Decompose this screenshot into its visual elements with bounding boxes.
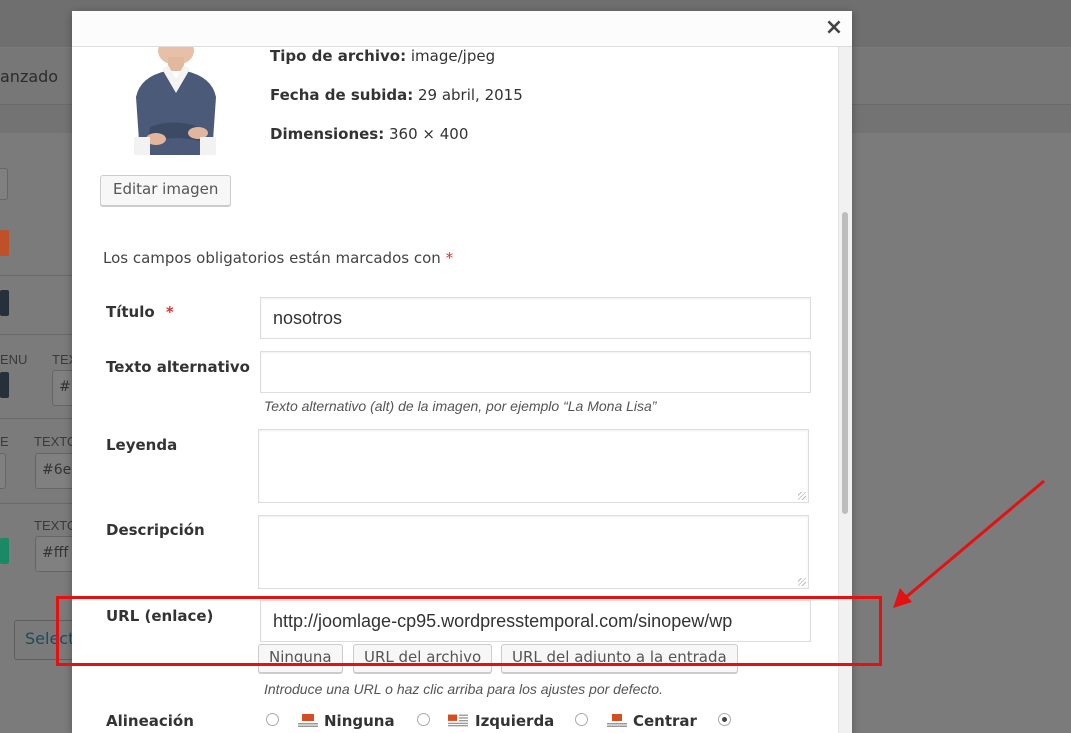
close-icon[interactable]: × <box>822 16 846 40</box>
alt-text-label: Texto alternativo <box>106 358 250 376</box>
background-divider <box>0 275 72 276</box>
file-type-label: Tipo de archivo: <box>270 47 407 65</box>
required-fields-note: Los campos obligatorios están marcados c… <box>103 249 453 267</box>
description-label: Descripción <box>106 521 205 539</box>
description-textarea[interactable] <box>258 515 809 589</box>
background-input: #6e <box>35 453 75 489</box>
scrollbar-thumb[interactable] <box>842 212 848 514</box>
upload-date: Fecha de subida: 29 abril, 2015 <box>270 86 523 104</box>
align-none-radio[interactable] <box>266 713 279 726</box>
dimensions: Dimensiones: 360 × 400 <box>270 125 468 143</box>
align-left-icon <box>448 714 468 727</box>
background-label: E <box>0 434 9 449</box>
url-help: Introduce una URL o haz clic arriba para… <box>264 681 663 697</box>
modal-content[interactable]: Tipo de archivo: image/jpeg Fecha de sub… <box>87 47 822 733</box>
background-select <box>0 168 8 200</box>
align-center-icon <box>607 714 627 727</box>
background-swatch-green <box>0 538 9 564</box>
file-type: Tipo de archivo: image/jpeg <box>270 47 495 65</box>
align-none-label: Ninguna <box>324 712 395 730</box>
required-star: * <box>445 249 454 267</box>
background-swatch-dark <box>0 372 9 398</box>
url-attachment-button[interactable]: URL del adjunto a la entrada <box>501 644 738 673</box>
title-label: Título * <box>106 303 174 321</box>
url-file-button[interactable]: URL del archivo <box>353 644 493 673</box>
caption-label: Leyenda <box>106 436 178 454</box>
url-label: URL (enlace) <box>106 607 214 625</box>
url-none-button[interactable]: Ninguna <box>258 644 343 673</box>
background-divider <box>0 334 72 335</box>
align-center-radio[interactable] <box>575 713 588 726</box>
caption-textarea[interactable] <box>258 429 809 503</box>
background-input: #fff <box>35 536 75 572</box>
upload-date-label: Fecha de subida: <box>270 86 414 104</box>
modal-scrollbar[interactable] <box>838 47 852 733</box>
title-required-star: * <box>165 303 174 321</box>
file-type-value: image/jpeg <box>410 47 496 65</box>
background-divider <box>0 418 72 419</box>
modal-header: × <box>72 11 852 47</box>
background-label-menu: ENU <box>0 352 28 367</box>
title-input[interactable]: nosotros <box>260 297 811 339</box>
background-label: TEXTO <box>34 518 78 533</box>
alt-text-help: Texto alternativo (alt) de la imagen, po… <box>264 398 657 414</box>
alt-text-input[interactable] <box>260 351 811 393</box>
title-label-text: Título <box>106 303 155 321</box>
background-swatch-dark <box>0 290 9 316</box>
background-label: TEXTO <box>34 434 78 449</box>
background-input <box>0 453 6 489</box>
background-divider <box>0 503 72 504</box>
align-left-label: Izquierda <box>475 712 555 730</box>
dimensions-value: 360 × 400 <box>389 125 469 143</box>
upload-date-value: 29 abril, 2015 <box>417 86 523 104</box>
background-tab-text: anzado <box>0 67 59 86</box>
dimensions-label: Dimensiones: <box>270 125 385 143</box>
image-thumbnail <box>100 47 252 155</box>
attachment-details-modal: × Tipo de archivo: image/jpeg Fecha de s <box>72 11 852 733</box>
align-right-radio[interactable] <box>718 713 731 726</box>
align-none-icon <box>298 714 318 727</box>
background-swatch-orange <box>0 230 9 256</box>
url-input[interactable]: http://joomlage-cp95.wordpresstemporal.c… <box>260 600 811 642</box>
resize-grip-icon[interactable] <box>798 578 806 586</box>
align-left-radio[interactable] <box>417 713 430 726</box>
resize-grip-icon[interactable] <box>798 492 806 500</box>
align-center-label: Centrar <box>633 712 697 730</box>
alignment-label: Alineación <box>106 712 194 730</box>
required-note-text: Los campos obligatorios están marcados c… <box>103 249 441 267</box>
edit-image-button[interactable]: Editar imagen <box>100 175 232 206</box>
